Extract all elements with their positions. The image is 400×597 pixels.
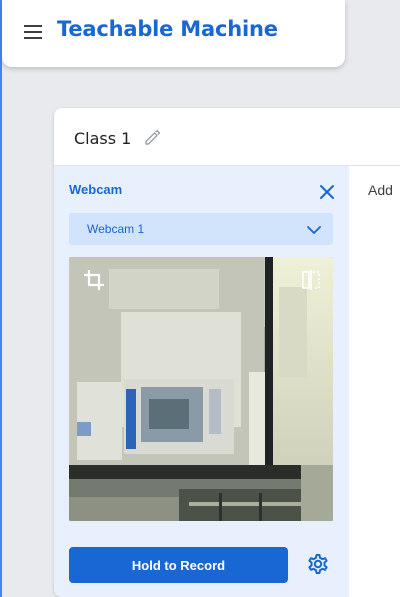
menu-icon[interactable] <box>22 22 46 42</box>
webcam-label: Webcam <box>69 182 123 197</box>
crop-icon[interactable] <box>83 269 105 291</box>
class-card: Class 1 Webcam Webcam 1 Hold to Record A… <box>54 108 400 597</box>
add-samples-label: Add <box>368 182 393 198</box>
class-header: Class 1 <box>54 108 400 166</box>
pencil-icon[interactable] <box>143 128 161 146</box>
webcam-select-value: Webcam 1 <box>87 222 145 236</box>
webcam-select[interactable]: Webcam 1 <box>69 213 333 245</box>
close-icon[interactable] <box>318 183 336 201</box>
webcam-preview <box>69 257 333 521</box>
window-edge <box>0 0 2 597</box>
class-name[interactable]: Class 1 <box>74 129 131 148</box>
hold-to-record-button[interactable]: Hold to Record <box>69 547 288 583</box>
app-header: Teachable Machine <box>2 0 345 67</box>
gear-icon[interactable] <box>306 552 330 576</box>
webcam-panel: Webcam Webcam 1 Hold to Record <box>54 166 349 597</box>
chevron-down-icon <box>307 223 321 235</box>
webcam-feed-image <box>69 257 333 521</box>
flip-icon[interactable] <box>300 269 322 291</box>
app-title[interactable]: Teachable Machine <box>57 17 278 41</box>
samples-area: Add <box>350 166 400 597</box>
